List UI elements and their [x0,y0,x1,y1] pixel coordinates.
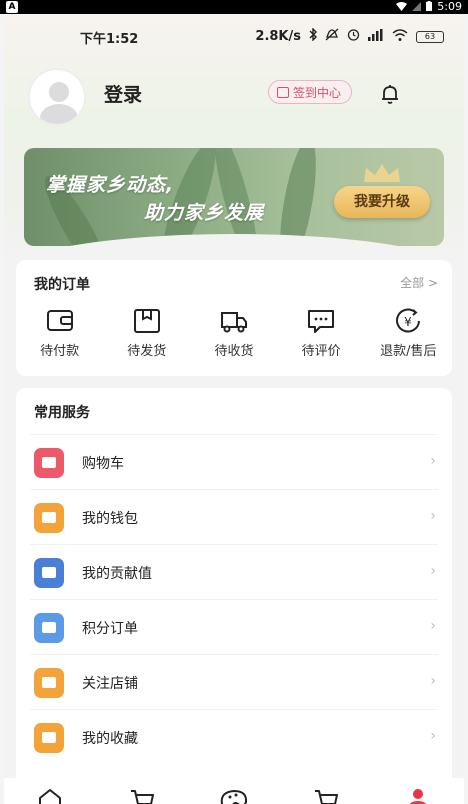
wallet-icon [34,503,64,533]
upgrade-button[interactable]: 我要升级 [334,186,430,218]
service-label: 我的钱包 [82,511,138,527]
chevron-right-icon: › [430,563,436,579]
cart-icon [131,790,154,804]
signin-center-button[interactable]: 签到中心 [268,80,353,104]
nav-profile[interactable] [398,786,438,804]
order-item-label: 待发货 [127,344,167,359]
orders-title: 我的订单 [34,277,90,293]
service-label: 购物车 [82,456,124,472]
service-followed-stores[interactable]: 关注店铺 › [30,654,438,709]
battery-icon [426,0,433,14]
nav-cart[interactable] [306,786,346,804]
order-refund[interactable]: ¥ 退款/售后 [368,308,448,359]
inner-status-bar: 下午1:52 2.8K/s 63 [4,26,464,48]
refund-icon: ¥ [396,308,421,333]
chevron-right-icon: › [430,453,436,469]
points-order-icon [34,613,64,643]
signin-label: 签到中心 [293,85,342,100]
bottom-nav [4,778,464,804]
banner-line-1: 掌握家乡动态, [46,174,175,196]
crown-icon [364,164,400,182]
system-time: 5:09 [437,0,462,13]
service-contribution[interactable]: 我的贡献值 › [30,544,438,599]
chevron-right-icon: › [430,728,436,744]
signal-icon [412,1,422,14]
alarm-icon [347,28,360,45]
cart-icon [315,790,338,804]
store-icon [34,668,64,698]
promo-banner[interactable]: 掌握家乡动态, 助力家乡发展 我要升级 [24,148,444,246]
wifi-status-icon [392,28,408,45]
order-pending-review[interactable]: 待评价 [281,308,361,359]
order-item-label: 待收货 [214,344,254,359]
battery-indicator: 63 [416,30,444,43]
app-notification-icon: A [6,1,18,13]
calendar-icon [277,86,289,98]
contribution-icon [34,558,64,588]
wallet-icon [46,310,73,331]
home-icon [39,789,61,804]
bell-icon[interactable] [378,82,402,106]
cell-signal-icon [368,28,384,45]
order-pending-payment[interactable]: 待付款 [20,308,100,359]
profile-icon [409,789,427,804]
cart-icon [34,448,64,478]
service-points-order[interactable]: 积分订单 › [30,599,438,654]
chevron-right-icon: › [430,508,436,524]
star-icon [34,723,64,753]
order-item-label: 退款/售后 [380,344,437,359]
service-wallet[interactable]: 我的钱包 › [30,489,438,544]
package-icon [133,309,160,333]
order-item-label: 待付款 [40,344,80,359]
mute-icon [325,28,339,45]
nav-mall[interactable] [122,786,162,804]
order-pending-receipt[interactable]: 待收货 [194,308,274,359]
services-card: 常用服务 购物车 › 我的钱包 › 我的贡献值 › 积分订单 › 关注店铺 › … [16,388,452,804]
truck-icon [220,312,247,333]
banner-line-2: 助力家乡发展 [144,202,265,224]
network-speed: 2.8K/s [255,29,301,44]
nav-home[interactable] [30,786,70,804]
orders-card: 我的订单 全部 > 待付款 待发货 待收货 待评价 ¥ 退款/售后 [16,260,452,376]
login-link[interactable]: 登录 [104,80,142,107]
service-favorites[interactable]: 我的收藏 › [30,709,438,764]
nav-discover[interactable] [214,786,254,804]
comment-icon [308,310,335,333]
services-title: 常用服务 [34,405,90,421]
status-time: 下午1:52 [80,32,139,47]
wifi-icon [396,1,408,14]
service-label: 积分订单 [82,621,138,637]
chevron-right-icon: › [430,618,436,634]
service-label: 关注店铺 [82,676,138,692]
chevron-right-icon: › [430,673,436,689]
order-item-label: 待评价 [301,344,341,359]
bluetooth-icon [309,27,317,45]
service-label: 我的收藏 [82,731,138,747]
palette-icon [220,789,248,804]
all-orders-link[interactable]: 全部 > [400,274,438,291]
service-cart[interactable]: 购物车 › [30,434,438,489]
system-status-bar: A 5:09 [0,0,468,14]
svg-text:¥: ¥ [405,315,413,329]
service-label: 我的贡献值 [82,566,152,582]
order-pending-shipment[interactable]: 待发货 [107,308,187,359]
avatar[interactable] [28,68,86,126]
app-screen: 下午1:52 2.8K/s 63 登录 签到中心 掌握家乡动态, 助力家乡发展 … [4,14,464,804]
